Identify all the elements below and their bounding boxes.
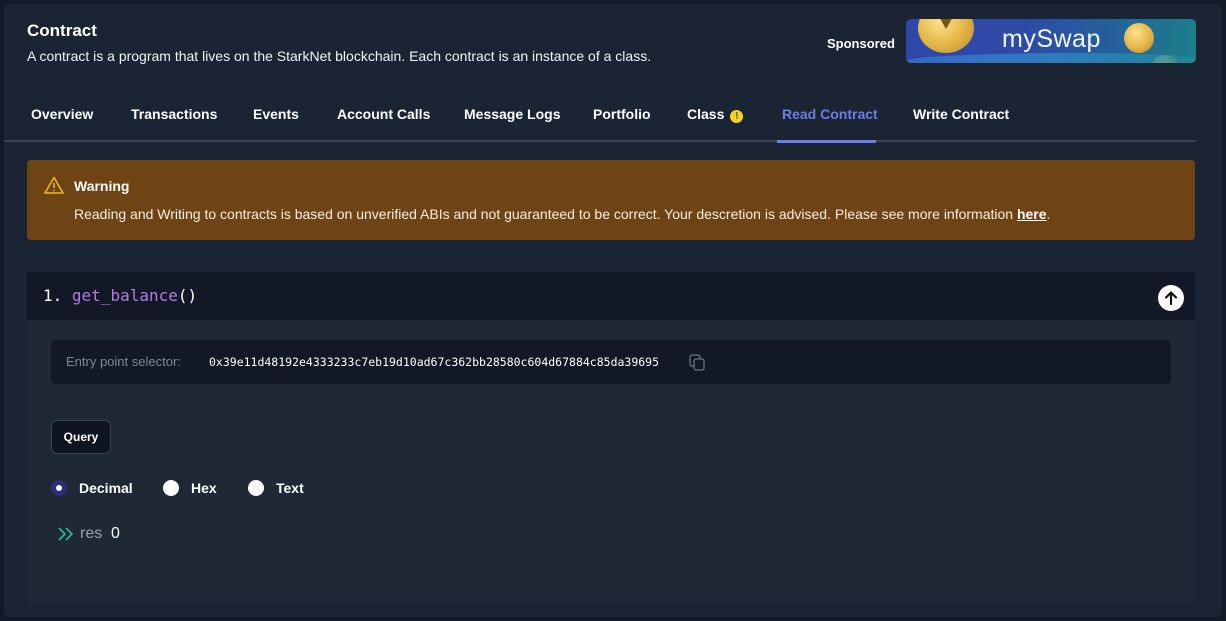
coin-icon — [1124, 23, 1154, 53]
tab-read-contract[interactable]: Read Contract — [782, 106, 878, 122]
sponsor-banner[interactable]: mySwap — [906, 19, 1196, 63]
function-index: 1. — [43, 286, 63, 305]
tab-bar: Overview Transactions Events Account Cal… — [4, 100, 1196, 142]
selector-value: 0x39e11d48192e4333233c7eb19d10ad67c362bb… — [209, 355, 660, 369]
alert-title: Warning — [74, 178, 130, 194]
radio-unchecked-icon — [163, 480, 179, 496]
alert-message: Reading and Writing to contracts is base… — [74, 206, 1050, 222]
function-header[interactable]: 1. get_balance() — [27, 272, 1195, 320]
tab-events[interactable]: Events — [253, 106, 299, 122]
result-key: res — [80, 525, 103, 542]
coin-icon — [918, 19, 974, 53]
radio-label: Text — [276, 480, 304, 496]
function-parens: () — [177, 286, 198, 305]
tab-write-contract[interactable]: Write Contract — [913, 106, 1009, 122]
double-chevron-right-icon — [58, 527, 73, 541]
function-name: get_balance — [71, 286, 178, 305]
tab-transactions[interactable]: Transactions — [131, 106, 217, 122]
banner-wave — [906, 53, 1196, 63]
tab-class[interactable]: Class! — [687, 106, 744, 123]
sponsored-label: Sponsored — [827, 36, 895, 51]
arrow-up-icon — [1164, 291, 1178, 306]
alert-message-end: . — [1046, 206, 1051, 222]
more-info-link[interactable]: here — [1017, 206, 1047, 222]
page-title: Contract — [27, 21, 97, 40]
result-value: 0 — [111, 525, 120, 542]
warning-alert: Warning Reading and Writing to contracts… — [27, 160, 1195, 240]
entry-point-selector-box: Entry point selector: 0x39e11d48192e4333… — [51, 340, 1171, 384]
tab-portfolio[interactable]: Portfolio — [593, 106, 651, 122]
radio-label: Hex — [191, 480, 217, 496]
selector-label: Entry point selector: — [66, 354, 181, 369]
warning-triangle-icon — [44, 176, 64, 194]
radio-checked-icon — [51, 480, 67, 496]
radio-unchecked-icon — [248, 480, 264, 496]
query-button[interactable]: Query — [51, 420, 111, 454]
collapse-button[interactable] — [1158, 285, 1184, 311]
banner-brand: mySwap — [1002, 25, 1101, 53]
tab-message-logs[interactable]: Message Logs — [464, 106, 560, 122]
alert-message-text: Reading and Writing to contracts is base… — [74, 206, 1017, 222]
function-panel: 1. get_balance() Entry point selector: 0… — [27, 272, 1195, 602]
active-tab-indicator — [777, 140, 876, 143]
copy-icon[interactable] — [689, 354, 705, 371]
page-subtitle: A contract is a program that lives on th… — [27, 48, 652, 64]
tab-account-calls[interactable]: Account Calls — [337, 106, 430, 122]
tab-overview[interactable]: Overview — [31, 106, 93, 122]
function-signature: 1. get_balance() — [43, 286, 197, 305]
tab-class-label: Class — [687, 106, 725, 122]
radio-label: Decimal — [79, 480, 133, 496]
warning-badge-icon: ! — [730, 110, 744, 123]
